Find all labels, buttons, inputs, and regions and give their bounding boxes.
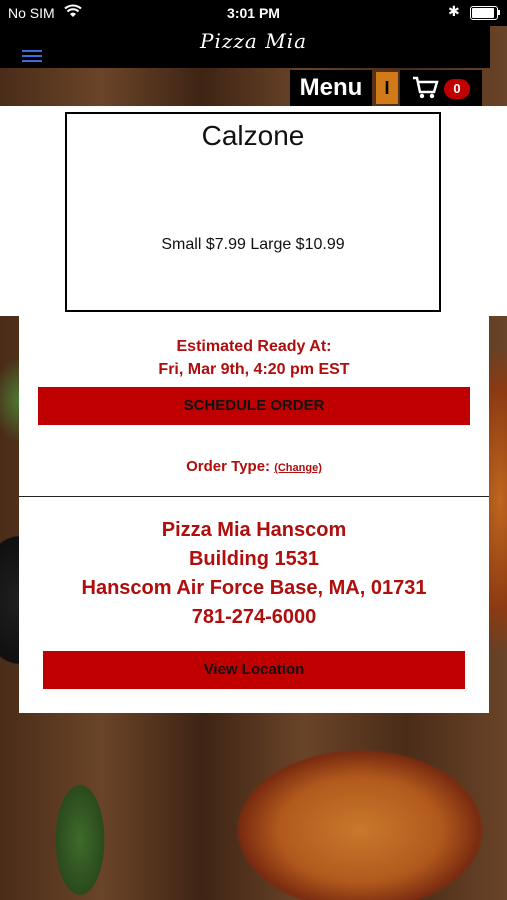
location-address: Hanscom Air Force Base, MA, 01731 (81, 577, 427, 599)
brand-logo: Pizza Mia (199, 29, 307, 53)
view-location-button[interactable]: View Location (43, 651, 465, 689)
battery-tip (498, 10, 500, 15)
product-price: Small $7.99 Large $10.99 (161, 236, 345, 253)
location-name: Pizza Mia Hanscom (161, 519, 347, 541)
order-panel: Estimated Ready At: Fri, Mar 9th, 4:20 p… (19, 316, 489, 496)
cart-button[interactable]: 0 (400, 70, 482, 106)
location-panel: Pizza Mia Hanscom Building 1531 Hanscom … (19, 497, 489, 713)
estimated-ready-label: Estimated Ready At: (176, 338, 332, 355)
cart-count-badge: 0 (444, 79, 470, 99)
status-bar: No SIM 3:01 PM ✱ (0, 0, 507, 26)
battery-icon (470, 6, 498, 20)
estimated-ready-time: Fri, Mar 9th, 4:20 pm EST (158, 361, 350, 378)
menu-button[interactable]: Menu (290, 70, 372, 106)
product-name: Calzone (201, 120, 305, 151)
clock: 3:01 PM (227, 5, 280, 21)
bluetooth-icon: ✱ (448, 3, 460, 19)
app-header: Pizza Mia (0, 26, 490, 68)
location-phone[interactable]: 781-274-6000 (19, 606, 489, 629)
schedule-order-button[interactable]: SCHEDULE ORDER (38, 387, 470, 425)
order-type-label: Order Type: (186, 458, 271, 475)
location-building: Building 1531 (188, 548, 320, 570)
order-type-row: Order Type: (Change) (19, 458, 489, 475)
info-indicator[interactable]: I (376, 72, 398, 104)
change-order-type-link[interactable]: (Change) (274, 462, 322, 474)
product-card[interactable]: Calzone Small $7.99 Large $10.99 (65, 112, 441, 312)
cart-icon (413, 76, 439, 99)
